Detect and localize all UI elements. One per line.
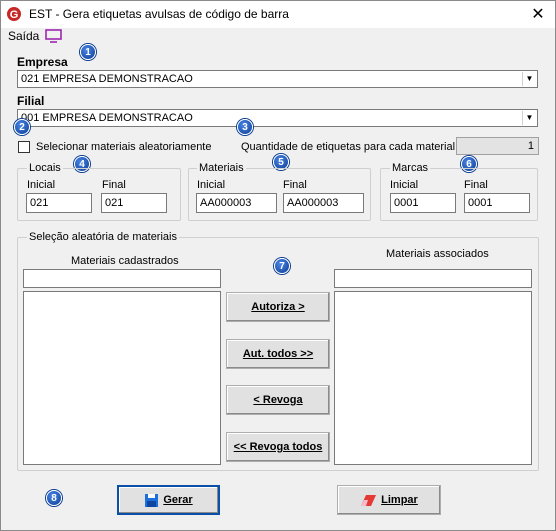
save-icon [145, 493, 159, 507]
selecao-group-title: Seleção aleatória de materiais [27, 231, 179, 243]
quantity-field[interactable]: 1 [456, 137, 539, 155]
app-window: G EST - Gera etiquetas avulsas de código… [0, 0, 556, 531]
locais-final-label: Final [102, 179, 126, 191]
limpar-button[interactable]: Limpar [337, 485, 441, 515]
app-logo-icon: G [7, 7, 21, 21]
callout-badge-3: 3 [237, 119, 253, 135]
filial-select[interactable]: 001 EMPRESA DEMONSTRACAO ▼ [17, 109, 538, 127]
cadastrados-filter-input[interactable] [23, 269, 221, 288]
menu-saida[interactable]: Saída [8, 29, 39, 43]
monitor-icon[interactable] [45, 29, 62, 43]
revoga-button[interactable]: < Revoga [226, 385, 330, 415]
empresa-select[interactable]: 021 EMPRESA DEMONSTRACAO ▼ [17, 70, 538, 88]
callout-badge-2: 2 [14, 119, 30, 135]
chevron-down-icon[interactable]: ▼ [522, 111, 536, 125]
close-button[interactable]: ✕ [521, 1, 555, 28]
callout-badge-7: 7 [274, 258, 290, 274]
revoga-todos-button[interactable]: << Revoga todos [226, 432, 330, 462]
chevron-down-icon[interactable]: ▼ [522, 72, 536, 86]
materiais-inicial-label: Inicial [197, 179, 226, 191]
gerar-button[interactable]: Gerar [117, 485, 220, 515]
materiais-cadastrados-list[interactable] [23, 291, 221, 465]
locais-inicial-label: Inicial [27, 179, 56, 191]
gerar-button-label: Gerar [163, 494, 193, 506]
filial-label: Filial [17, 94, 45, 108]
materiais-group-title: Materiais [197, 162, 246, 174]
locais-final-input[interactable]: 021 [101, 193, 167, 213]
autoriza-button[interactable]: Autoriza > [226, 292, 330, 322]
callout-badge-8: 8 [46, 490, 62, 506]
filial-select-value: 001 EMPRESA DEMONSTRACAO [21, 112, 193, 124]
autoriza-button-label: Autoriza > [251, 301, 305, 313]
random-checkbox-label[interactable]: Selecionar materiais aleatoriamente [36, 141, 211, 153]
marcas-final-input[interactable]: 0001 [464, 193, 530, 213]
aut-todos-button-label: Aut. todos >> [242, 348, 314, 360]
marcas-final-label: Final [464, 179, 488, 191]
marcas-inicial-label: Inicial [390, 179, 419, 191]
callout-badge-1: 1 [80, 44, 96, 60]
eraser-icon [361, 494, 377, 506]
aut-todos-button[interactable]: Aut. todos >> [226, 339, 330, 369]
revoga-button-label: < Revoga [253, 394, 303, 406]
materiais-final-input[interactable]: AA000003 [283, 193, 364, 213]
materiais-cadastrados-label: Materiais cadastrados [71, 255, 179, 267]
materiais-inicial-input[interactable]: AA000003 [196, 193, 277, 213]
limpar-button-label: Limpar [381, 494, 418, 506]
window-title: EST - Gera etiquetas avulsas de código d… [29, 7, 289, 21]
marcas-inicial-input[interactable]: 0001 [390, 193, 456, 213]
revoga-todos-button-label: << Revoga todos [233, 441, 323, 453]
random-checkbox[interactable] [18, 141, 30, 153]
empresa-label: Empresa [17, 55, 68, 69]
quantity-label: Quantidade de etiquetas para cada materi… [241, 141, 456, 153]
locais-group-title: Locais [27, 162, 63, 174]
empresa-select-value: 021 EMPRESA DEMONSTRACAO [21, 73, 193, 85]
associados-filter-input[interactable] [334, 269, 532, 288]
materiais-associados-label: Materiais associados [386, 248, 489, 260]
marcas-group-title: Marcas [390, 162, 431, 174]
svg-text:G: G [10, 9, 19, 21]
locais-inicial-input[interactable]: 021 [26, 193, 92, 213]
materiais-final-label: Final [283, 179, 307, 191]
materiais-associados-list[interactable] [334, 291, 532, 465]
title-bar: G EST - Gera etiquetas avulsas de código… [1, 1, 555, 28]
